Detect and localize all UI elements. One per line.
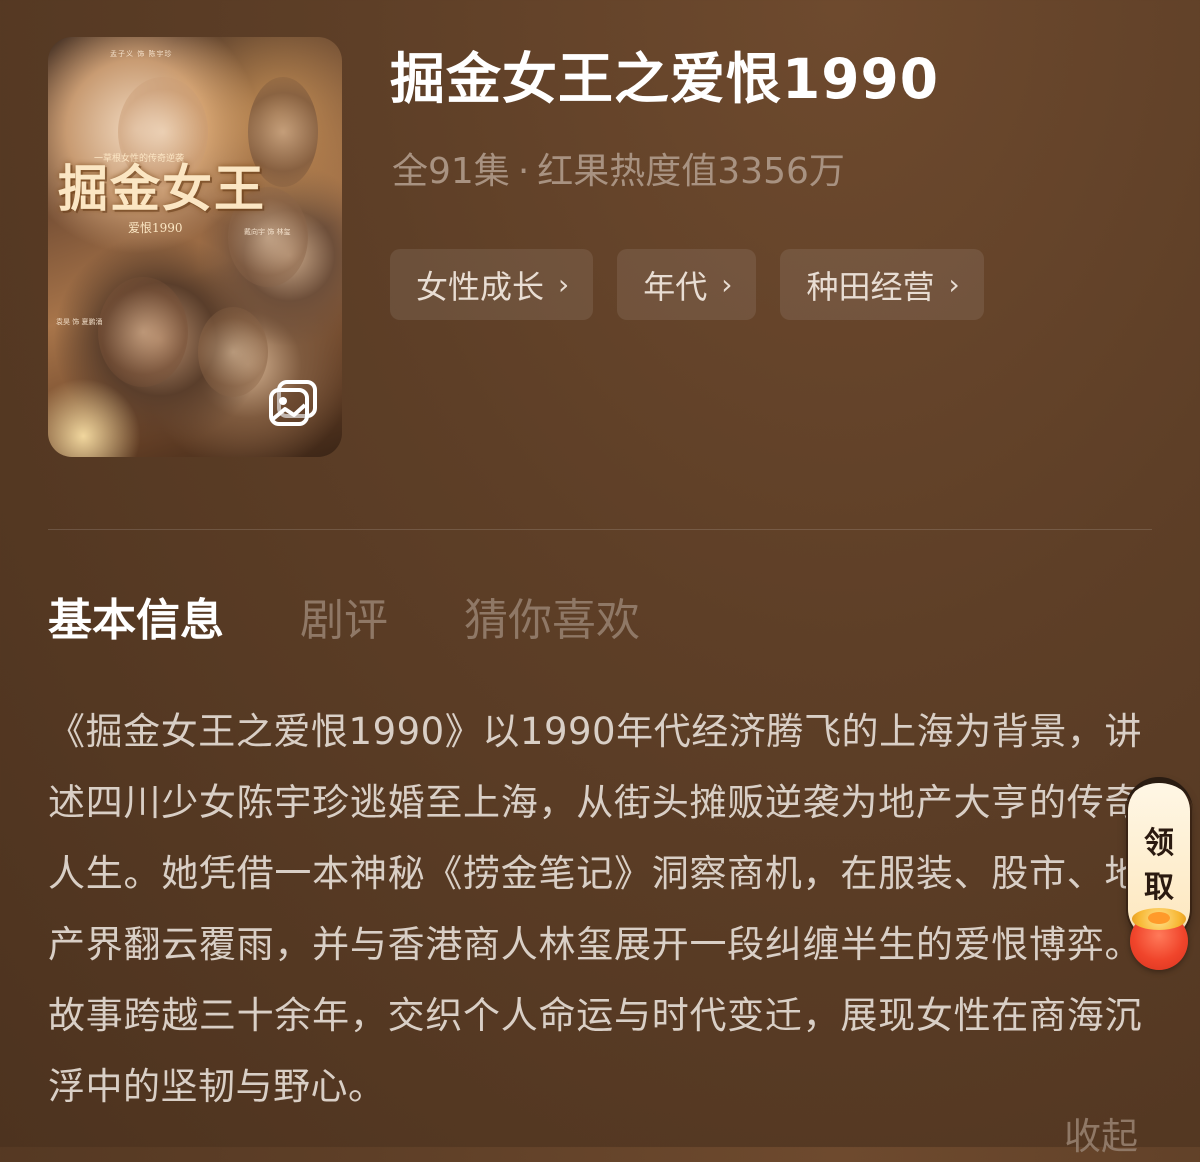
tag-farming-business[interactable]: 种田经营 ›	[780, 249, 984, 320]
episode-count: 全91集	[392, 151, 510, 192]
gold-ingot-gem	[1148, 912, 1170, 924]
reward-label-line2: 取	[1144, 870, 1174, 905]
image-gallery-icon[interactable]	[268, 379, 320, 429]
poster-credits-top: 孟子义 饰 陈宇珍	[110, 50, 173, 58]
tag-label: 女性成长	[416, 267, 545, 306]
meta-separator: ·	[517, 151, 530, 192]
chevron-right-icon: ›	[558, 268, 570, 301]
poster-figure	[198, 307, 268, 397]
tag-label: 年代	[643, 267, 708, 306]
genre-tags: 女性成长 › 年代 › 种田经营 ›	[390, 249, 984, 320]
show-title: 掘金女王之爱恨1990	[390, 47, 940, 111]
popularity-score: 红果热度值3356万	[537, 151, 845, 192]
show-meta: 全91集 · 红果热度值3356万	[392, 148, 845, 196]
tab-recommendations[interactable]: 猜你喜欢	[464, 592, 640, 650]
poster-subtitle-art: 爱恨1990	[128, 221, 183, 235]
poster-credits-mid: 戴向宇 饰 林玺	[244, 228, 291, 236]
chevron-right-icon: ›	[721, 268, 733, 301]
tag-label: 种田经营	[806, 267, 935, 306]
poster-title-art: 掘金女王	[58, 159, 266, 218]
detail-tabs: 基本信息 剧评 猜你喜欢	[48, 592, 640, 650]
collapse-button[interactable]: 收起	[1064, 1112, 1138, 1162]
tag-era[interactable]: 年代 ›	[617, 249, 757, 320]
poster-image[interactable]: 孟子义 饰 陈宇珍 一草根女性的传奇逆袭 掘金女王 爱恨1990 戴向宇 饰 林…	[48, 37, 342, 457]
reward-claim-widget[interactable]: 领 取	[1125, 777, 1193, 972]
tab-reviews[interactable]: 剧评	[300, 592, 388, 650]
reward-label-line1: 领	[1144, 826, 1174, 861]
chevron-right-icon: ›	[948, 268, 960, 301]
tag-female-growth[interactable]: 女性成长 ›	[390, 249, 594, 320]
poster-credits-low: 袁昊 饰 夏鹏涌	[56, 318, 103, 326]
poster-figure	[98, 277, 188, 387]
show-description: 《掘金女王之爱恨1990》以1990年代经济腾飞的上海为背景，讲述四川少女陈宇珍…	[48, 710, 1142, 1108]
tab-basic-info[interactable]: 基本信息	[48, 592, 224, 650]
section-divider	[48, 529, 1152, 530]
